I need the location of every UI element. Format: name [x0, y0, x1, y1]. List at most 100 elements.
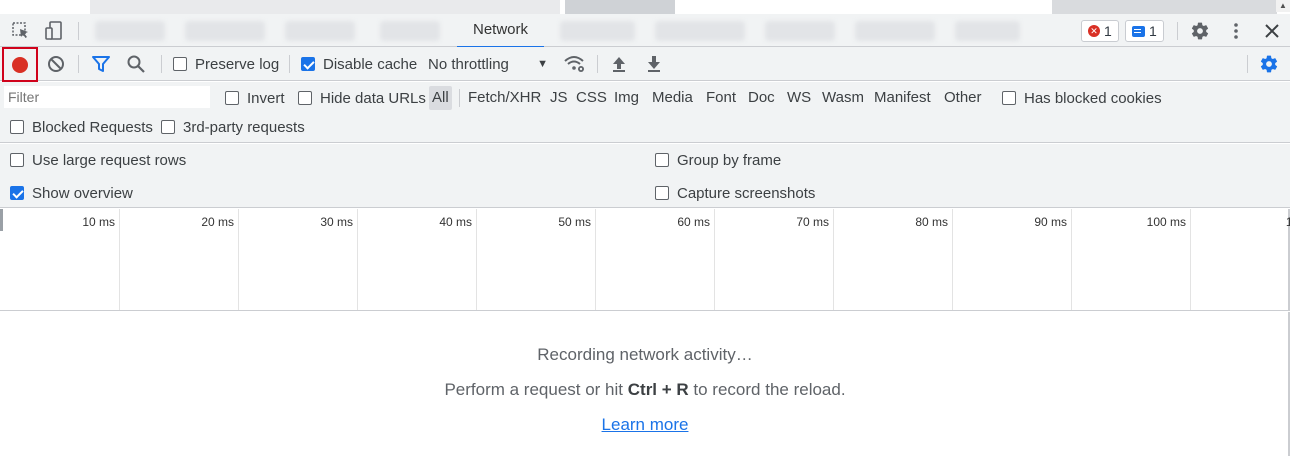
has-blocked-cookies-label: Has blocked cookies [1024, 89, 1162, 107]
disable-cache-checkbox[interactable]: Disable cache [301, 47, 417, 81]
search-icon [127, 55, 145, 73]
blurred-tab[interactable] [285, 21, 355, 41]
blocked-requests-checkbox[interactable]: Blocked Requests [10, 114, 153, 140]
search-button[interactable] [126, 47, 146, 81]
overview-tick-label: 80 ms [915, 215, 948, 229]
filter-type-js[interactable]: JS [547, 86, 571, 110]
network-settings-pane: Use large request rows Show overview Gro… [0, 144, 1290, 208]
hide-data-urls-box[interactable] [298, 91, 312, 105]
preserve-log-box[interactable] [173, 57, 187, 71]
import-har-button[interactable] [610, 47, 628, 81]
export-har-button[interactable] [645, 47, 663, 81]
filter-type-doc[interactable]: Doc [745, 86, 778, 110]
large-rows-checkbox[interactable]: Use large request rows [10, 149, 186, 171]
toolbar-separator [78, 55, 79, 73]
throttling-select[interactable]: No throttling ▼ [428, 47, 552, 81]
overview-gridline [238, 209, 239, 310]
learn-more-link[interactable]: Learn more [0, 415, 1290, 435]
network-settings-button[interactable] [1259, 47, 1279, 81]
filter-separator [459, 89, 460, 107]
overview-gridline [595, 209, 596, 310]
blocked-requests-box[interactable] [10, 120, 24, 134]
record-icon [12, 56, 28, 73]
overview-tick-label: 110 [1285, 215, 1290, 229]
filter-type-img[interactable]: Img [611, 86, 642, 110]
clear-button[interactable] [46, 47, 66, 81]
device-toolbar-icon[interactable] [42, 19, 66, 43]
overview-gridline [1071, 209, 1072, 310]
filter-type-all[interactable]: All [429, 86, 452, 110]
third-party-checkbox[interactable]: 3rd-party requests [161, 114, 305, 140]
devtools-tabbar: Network ✕ 1 1 [0, 14, 1290, 48]
preserve-log-label: Preserve log [195, 55, 280, 73]
filter-type-media[interactable]: Media [649, 86, 696, 110]
group-by-frame-label: Group by frame [677, 151, 782, 169]
blurred-tab[interactable] [655, 21, 745, 41]
has-blocked-cookies-checkbox[interactable]: Has blocked cookies [1002, 82, 1162, 114]
inspect-element-icon[interactable] [9, 19, 33, 43]
overview-gridline [476, 209, 477, 310]
blurred-tab[interactable] [95, 21, 165, 41]
show-overview-box[interactable] [10, 186, 24, 200]
filter-row-2: Blocked Requests 3rd-party requests [0, 114, 600, 140]
filter-type-font[interactable]: Font [703, 86, 739, 110]
show-overview-checkbox[interactable]: Show overview [10, 182, 133, 204]
network-overview-timeline[interactable]: 10 ms 20 ms 30 ms 40 ms 50 ms 60 ms 70 ms 80 ms… [0, 209, 1290, 311]
recording-message: Recording network activity… [537, 345, 753, 364]
settings-gear-icon [1260, 55, 1278, 73]
hide-data-urls-checkbox[interactable]: Hide data URLs [298, 82, 426, 114]
error-count-badge[interactable]: ✕ 1 [1081, 20, 1119, 42]
invert-checkbox[interactable]: Invert [225, 82, 285, 114]
third-party-box[interactable] [161, 120, 175, 134]
filter-type-other[interactable]: Other [941, 86, 985, 110]
large-rows-box[interactable] [10, 153, 24, 167]
toolbar-separator [1247, 55, 1248, 73]
filter-toggle-button[interactable] [91, 47, 111, 81]
reload-hint: Perform a request or hit Ctrl + R to rec… [0, 380, 1290, 400]
filter-input[interactable] [4, 86, 210, 108]
group-by-frame-checkbox[interactable]: Group by frame [655, 149, 781, 171]
blocked-requests-label: Blocked Requests [32, 118, 153, 136]
network-conditions-button[interactable] [563, 47, 587, 81]
filter-type-fetch-xhr[interactable]: Fetch/XHR [465, 86, 544, 110]
filter-type-css[interactable]: CSS [573, 86, 610, 110]
scroll-up-arrow-icon[interactable]: ▲ [1276, 0, 1290, 12]
message-count-badge[interactable]: 1 [1125, 20, 1164, 42]
disable-cache-label: Disable cache [323, 55, 418, 73]
tab-network[interactable]: Network [457, 14, 544, 48]
show-overview-label: Show overview [32, 184, 133, 202]
filter-type-wasm[interactable]: Wasm [819, 86, 867, 110]
hide-data-urls-label: Hide data URLs [320, 89, 426, 107]
group-by-frame-box[interactable] [655, 153, 669, 167]
disable-cache-box[interactable] [301, 57, 315, 71]
overview-window-handle[interactable] [0, 209, 3, 231]
tab-network-label: Network [472, 21, 528, 38]
filter-type-manifest[interactable]: Manifest [871, 86, 934, 110]
settings-gear-icon[interactable] [1188, 19, 1212, 43]
filter-bar: Invert Hide data URLs All Fetch/XHR JS C… [0, 82, 1290, 143]
download-icon [648, 56, 660, 72]
third-party-label: 3rd-party requests [183, 118, 305, 136]
record-button[interactable] [2, 47, 38, 82]
blurred-tab[interactable] [955, 21, 1020, 41]
blurred-tab[interactable] [380, 21, 440, 41]
large-rows-label: Use large request rows [32, 151, 187, 169]
upload-icon [613, 57, 625, 72]
blurred-tab[interactable] [185, 21, 265, 41]
preserve-log-checkbox[interactable]: Preserve log [173, 47, 279, 81]
filter-type-ws[interactable]: WS [784, 86, 814, 110]
more-vert-icon[interactable] [1224, 19, 1248, 43]
capture-screenshots-box[interactable] [655, 186, 669, 200]
invert-box[interactable] [225, 91, 239, 105]
overview-gridline [119, 209, 120, 310]
has-blocked-cookies-box[interactable] [1002, 91, 1016, 105]
overview-gridline [1190, 209, 1191, 310]
reload-shortcut: Ctrl + R [627, 380, 689, 399]
capture-screenshots-checkbox[interactable]: Capture screenshots [655, 182, 815, 204]
blurred-tab[interactable] [765, 21, 835, 41]
error-count: 1 [1104, 23, 1112, 39]
blurred-tab[interactable] [855, 21, 935, 41]
overview-gridline [952, 209, 953, 310]
close-icon[interactable] [1260, 19, 1284, 43]
blurred-tab[interactable] [560, 21, 635, 41]
